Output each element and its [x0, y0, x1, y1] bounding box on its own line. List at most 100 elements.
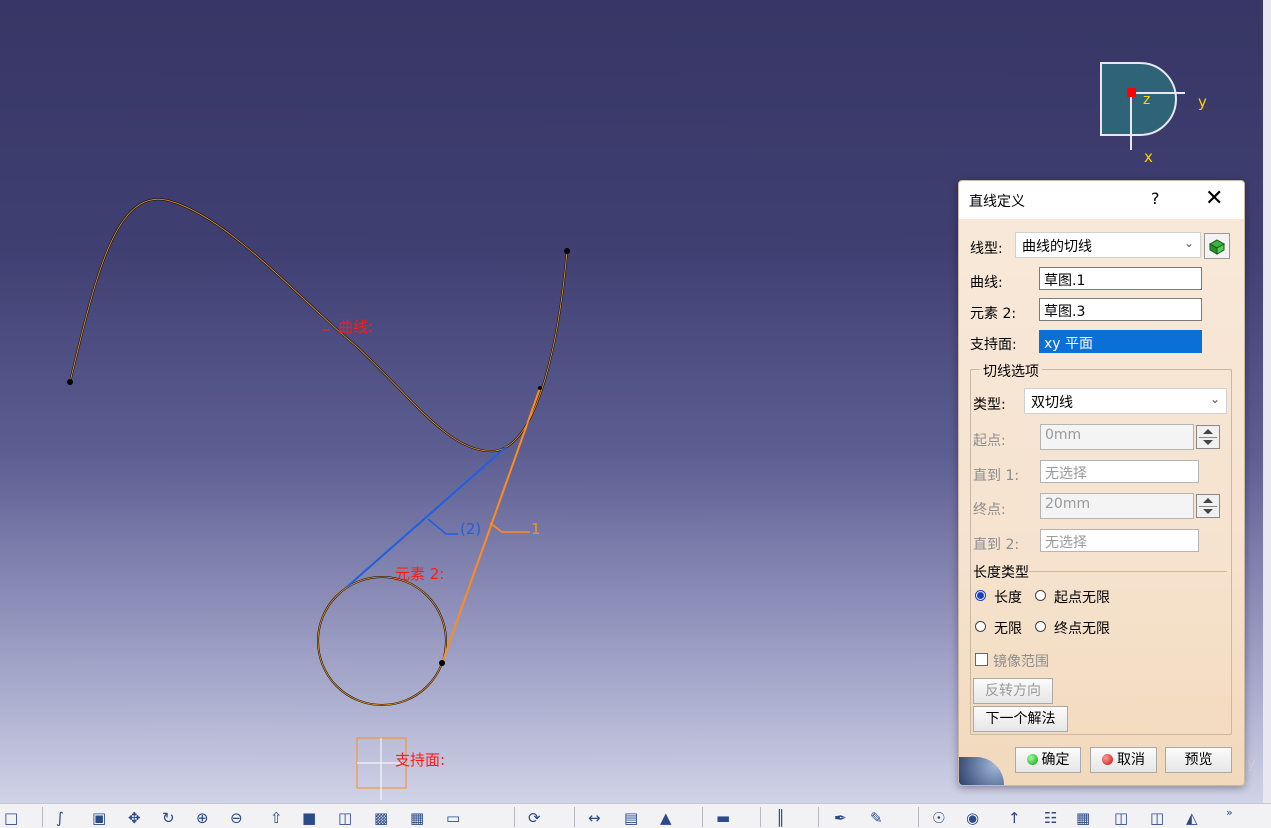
cancel-icon	[1102, 754, 1113, 765]
toolbar-icon[interactable]: ◉	[966, 809, 979, 827]
end-input[interactable]: 20mm	[1040, 493, 1194, 519]
line-definition-dialog: 直线定义 ? ✕ 线型: 曲线的切线 ⌄ 曲线: 草图.1 元素 2: 草图.3…	[958, 180, 1245, 786]
toolbar-icon[interactable]: ▲	[660, 809, 672, 827]
upto2-input[interactable]: 无选择	[1040, 529, 1199, 552]
curve-endpoint	[67, 379, 73, 385]
start-spinner[interactable]	[1196, 425, 1220, 449]
chevron-down-icon: ⌄	[1209, 392, 1220, 406]
upto2-label: 直到 2:	[973, 537, 1020, 553]
cancel-button-label: 取消	[1117, 752, 1145, 768]
line-type-label: 线型:	[970, 241, 1003, 257]
dialog-title: 直线定义	[969, 194, 1025, 210]
toolbar-icon[interactable]: ■	[302, 809, 316, 827]
toolbar-icon[interactable]: ▭	[446, 809, 460, 827]
ok-icon	[1026, 754, 1038, 765]
ok-button-label: 确定	[1041, 752, 1070, 768]
toolbar-icon[interactable]: ◫	[1150, 809, 1164, 827]
toolbar-icon[interactable]: ▣	[92, 809, 106, 827]
length-type-title: 长度类型	[973, 565, 1029, 581]
chevron-down-icon: ⌄	[1183, 236, 1194, 250]
toolbar-icon[interactable]: ↑	[1008, 809, 1021, 827]
support-label: 支持面:	[395, 751, 446, 769]
zoom-out-icon[interactable]: ⊖	[230, 809, 243, 827]
reverse-direction-button[interactable]: 反转方向	[973, 678, 1053, 704]
toolbar-icon[interactable]: ↻	[162, 809, 175, 827]
toolbar-icon[interactable]: ◫	[338, 809, 352, 827]
toolbar-icon[interactable]: ⟳	[528, 809, 541, 827]
cancel-button[interactable]: 取消	[1090, 747, 1157, 773]
support-field-label: 支持面:	[970, 337, 1017, 353]
stack-icon	[1208, 239, 1226, 255]
toolbar-icon[interactable]: ▬	[716, 809, 730, 827]
radio-length-label: 长度	[994, 590, 1022, 606]
mirror-label: 镜像范围	[993, 654, 1049, 670]
toolbar-icon[interactable]: ║	[776, 809, 785, 827]
radio-end-infinite-label: 终点无限	[1054, 621, 1110, 637]
ok-button[interactable]: 确定	[1015, 747, 1081, 773]
toolbar-icon[interactable]: ◫	[1114, 809, 1128, 827]
type-value: 双切线	[1031, 395, 1073, 411]
toolbar-icon[interactable]: ✥	[128, 809, 141, 827]
sketch-curve	[69, 198, 568, 453]
toolbar-icon[interactable]: □	[4, 809, 18, 827]
curve-endpoint	[564, 248, 570, 254]
mirror-checkbox[interactable]	[975, 653, 988, 666]
curve-label: 曲线:	[338, 318, 374, 336]
globe-decoration-icon	[959, 757, 1004, 785]
toolbar-icon[interactable]: ↔	[588, 809, 601, 827]
toolbar-icon[interactable]: ▦	[1076, 809, 1090, 827]
zoom-in-icon[interactable]: ⊕	[196, 809, 209, 827]
upto1-label: 直到 1:	[973, 468, 1020, 484]
radio-infinite-label: 无限	[994, 621, 1022, 637]
toolbar-icon[interactable]: ▤	[624, 809, 638, 827]
bottom-toolbar: □ ∫ ▣ ✥ ↻ ⊕ ⊖ ⇧ ■ ◫ ▩ ▦ ▭ ⟳ ↔ ▤ ▲ ▬ ║ ✒ …	[0, 803, 1271, 828]
solution-1-label: 1	[531, 520, 541, 538]
line-type-select[interactable]: 曲线的切线 ⌄	[1015, 232, 1201, 258]
tangent-line-1	[441, 387, 541, 664]
radio-start-infinite-label: 起点无限	[1054, 590, 1110, 606]
dialog-titlebar[interactable]: 直线定义 ? ✕	[959, 181, 1244, 219]
start-label: 起点:	[973, 433, 1006, 449]
support-input[interactable]: xy 平面	[1039, 330, 1202, 353]
toolbar-icon[interactable]: ✎	[870, 809, 883, 827]
toolbar-icon[interactable]: ◭	[1186, 809, 1198, 827]
compass-z-label: z	[1143, 92, 1151, 108]
radio-end-infinite[interactable]	[1035, 621, 1046, 632]
radio-start-infinite[interactable]	[1035, 590, 1046, 601]
toolbar-icon[interactable]: ▦	[410, 809, 424, 827]
sketch-circle	[317, 576, 447, 706]
line-type-options-button[interactable]	[1204, 233, 1230, 259]
toolbar-icon[interactable]: ▩	[374, 809, 388, 827]
element2-input[interactable]: 草图.3	[1039, 298, 1202, 321]
upto1-input[interactable]: 无选择	[1040, 460, 1199, 483]
vertical-scrollbar[interactable]	[1263, 0, 1271, 803]
curve-input[interactable]: 草图.1	[1039, 267, 1202, 290]
next-solution-button[interactable]: 下一个解法	[973, 706, 1068, 732]
curve-field-label: 曲线:	[970, 275, 1003, 291]
solution-2-label: (2)	[460, 520, 482, 538]
start-input[interactable]: 0mm	[1040, 424, 1194, 450]
corner-y-label: y	[1247, 756, 1256, 772]
toolbar-overflow-icon[interactable]: »	[1226, 806, 1233, 819]
compass-x-label: x	[1144, 148, 1153, 166]
compass-y-label: y	[1198, 93, 1207, 111]
toolbar-icon[interactable]: ⇧	[270, 809, 283, 827]
toolbar-icon[interactable]: ✒	[834, 809, 847, 827]
end-label: 终点:	[973, 502, 1006, 518]
radio-length[interactable]	[975, 590, 986, 601]
type-label: 类型:	[973, 397, 1006, 413]
type-select[interactable]: 双切线 ⌄	[1024, 388, 1227, 414]
preview-button[interactable]: 预览	[1165, 747, 1232, 773]
tangent-options-title: 切线选项	[980, 361, 1042, 381]
toolbar-icon[interactable]: ∫	[56, 809, 64, 827]
help-button[interactable]: ?	[1151, 189, 1160, 208]
element2-label: 元素 2:	[395, 565, 445, 583]
length-type-divider	[1029, 571, 1227, 572]
close-button[interactable]: ✕	[1205, 186, 1223, 211]
toolbar-icon[interactable]: ☉	[932, 809, 945, 827]
end-spinner[interactable]	[1196, 494, 1220, 518]
line-type-value: 曲线的切线	[1022, 239, 1092, 255]
element2-field-label: 元素 2:	[970, 306, 1017, 322]
toolbar-icon[interactable]: ☷	[1044, 809, 1057, 827]
radio-infinite[interactable]	[975, 621, 986, 632]
